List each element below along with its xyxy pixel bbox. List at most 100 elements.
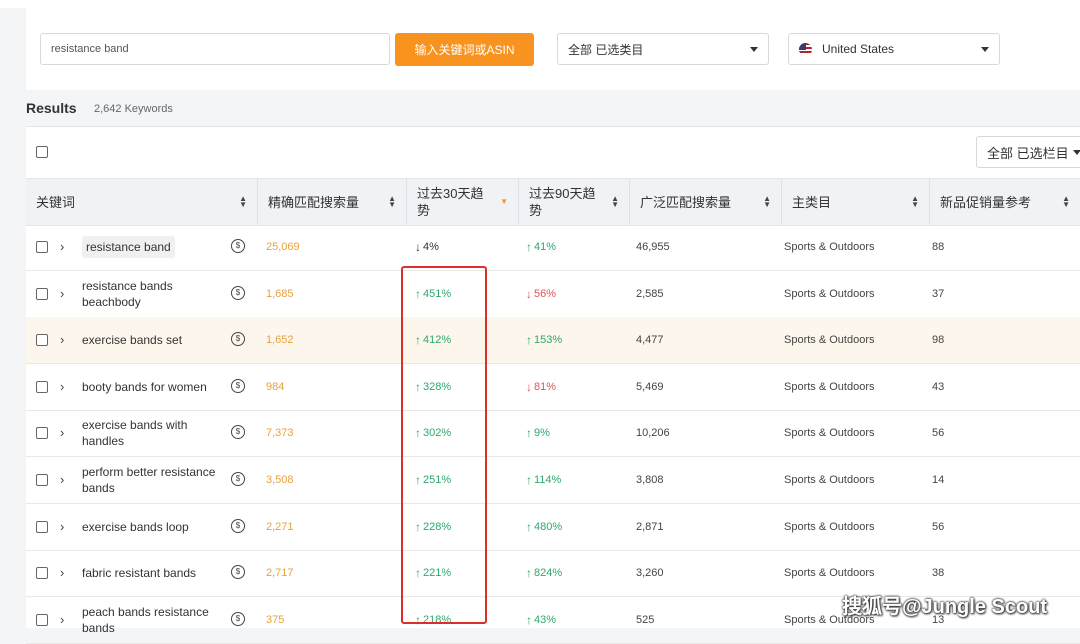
coin-icon[interactable]: $ xyxy=(231,378,245,393)
sort-icon[interactable]: ▲ ▼ xyxy=(611,195,619,209)
category-select[interactable]: 全部 已选类目 xyxy=(557,33,769,65)
row-checkbox[interactable] xyxy=(36,287,48,300)
trend-arrow-icon: ↑ xyxy=(526,333,532,348)
keyword-text: fabric resistant bands xyxy=(82,566,197,581)
search-button[interactable]: 输入关键词或ASIN xyxy=(395,33,534,66)
chevron-right-icon[interactable]: › xyxy=(60,286,64,301)
table-row[interactable]: › exercise bands set $1,652 ↑ 412% ↑ 153% 4,477… xyxy=(26,317,1080,365)
row-checkbox[interactable] xyxy=(36,520,48,533)
trend-arrow-icon: ↑ xyxy=(526,519,532,534)
trend-90d-cell: ↑ 41% xyxy=(526,240,557,254)
row-checkbox[interactable] xyxy=(36,613,48,626)
row-checkbox[interactable] xyxy=(36,567,48,580)
country-select[interactable]: United States xyxy=(788,33,1000,65)
sort-icon[interactable]: ▲ ▼ xyxy=(388,195,396,209)
broad-volume-cell: 4,477 xyxy=(636,334,664,347)
table-row[interactable]: › exercise bands with handles $7,373 ↑ 302% ↑… xyxy=(26,410,1080,458)
sort-icon[interactable]: ▲ ▼ xyxy=(1062,195,1070,209)
table-row[interactable]: › perform better resistance bands $3,508 ↑ 2… xyxy=(26,457,1080,504)
category-select-value: 全部 已选类目 xyxy=(568,42,644,57)
exact-volume-cell: 7,373 xyxy=(266,427,294,440)
column-header-keyword[interactable]: 关键词 ▲ ▼ xyxy=(26,179,258,225)
column-header-trend-30d[interactable]: 过去30天趋势 ▼ xyxy=(407,179,519,225)
category-cell: Sports & Outdoors xyxy=(784,427,875,440)
table-row[interactable]: › resistance band $25,069 ↓ 4% ↑ 41% 46,955 Spor… xyxy=(26,224,1080,271)
promo-cell: 56 xyxy=(932,427,945,440)
category-cell: Sports & Outdoors xyxy=(784,287,875,300)
chevron-right-icon[interactable]: › xyxy=(60,332,64,347)
chevron-right-icon[interactable]: › xyxy=(60,565,64,580)
broad-volume-cell: 10,206 xyxy=(636,427,670,440)
promo-cell: 37 xyxy=(932,287,945,300)
keyword-cell: fabric resistant bands xyxy=(82,550,222,596)
exact-volume-cell: 2,717 xyxy=(266,567,294,580)
exact-volume-cell: 1,685 xyxy=(266,287,294,300)
results-count: 2,642 Keywords xyxy=(94,103,173,115)
broad-volume-cell: 525 xyxy=(636,613,655,626)
sort-icon[interactable]: ▲ ▼ xyxy=(911,195,919,209)
country-select-value: United States xyxy=(822,42,895,56)
promo-cell: 56 xyxy=(932,520,945,533)
row-checkbox[interactable] xyxy=(36,474,48,486)
chevron-right-icon[interactable]: › xyxy=(60,612,64,627)
coin-icon[interactable]: $ xyxy=(231,239,245,253)
broad-volume-cell: 46,955 xyxy=(636,241,670,253)
row-checkbox[interactable] xyxy=(36,427,48,440)
coin-icon[interactable]: $ xyxy=(231,472,245,486)
coin-icon[interactable]: $ xyxy=(231,611,245,626)
chevron-right-icon[interactable]: › xyxy=(60,379,64,394)
coin-icon[interactable]: $ xyxy=(231,332,245,347)
category-cell: Sports & Outdoors xyxy=(784,334,875,347)
column-header-broad-volume[interactable]: 广泛匹配搜索量 ▲ ▼ xyxy=(630,179,782,225)
select-all-checkbox[interactable] xyxy=(36,146,48,158)
promo-cell: 43 xyxy=(932,380,945,393)
trend-90d-cell: ↑ 114% xyxy=(526,473,562,487)
coin-icon[interactable]: $ xyxy=(231,285,245,300)
row-checkbox[interactable] xyxy=(36,334,48,347)
table-row[interactable]: › exercise bands loop $2,271 ↑ 228% ↑ 480% 2,87… xyxy=(26,504,1080,551)
sort-icon[interactable]: ▲ ▼ xyxy=(763,195,771,209)
coin-icon[interactable]: $ xyxy=(231,565,245,580)
trend-arrow-icon: ↑ xyxy=(526,426,532,441)
keyword-text: exercise bands set xyxy=(82,333,183,348)
us-flag-icon xyxy=(799,42,812,56)
keyword-text: peach bands resistance bands xyxy=(82,604,209,635)
column-select[interactable]: 全部 已选栏目 xyxy=(976,136,1080,168)
results-title: Results xyxy=(26,100,77,116)
category-cell: Sports & Outdoors xyxy=(784,520,875,533)
trend-90d-cell: ↓ 81% xyxy=(526,379,557,394)
chevron-right-icon[interactable]: › xyxy=(60,239,64,254)
chevron-right-icon[interactable]: › xyxy=(60,425,64,440)
sort-icon[interactable]: ▲ ▼ xyxy=(239,195,247,209)
row-checkbox[interactable] xyxy=(36,241,48,253)
keyword-text: perform better resistance bands xyxy=(82,465,216,495)
keyword-cell: exercise bands set xyxy=(82,317,222,363)
column-header-category[interactable]: 主类目 ▲ ▼ xyxy=(782,179,930,225)
column-header-trend-90d[interactable]: 过去90天趋势 ▲ ▼ xyxy=(519,179,630,225)
keyword-search-input[interactable] xyxy=(40,33,390,65)
keyword-cell: perform better resistance bands xyxy=(82,457,222,503)
column-header-exact-volume[interactable]: 精确匹配搜索量 ▲ ▼ xyxy=(258,179,407,225)
trend-arrow-icon: ↑ xyxy=(526,612,532,627)
coin-icon[interactable]: $ xyxy=(231,425,245,440)
results-panel: 全部 已选栏目 关键词 ▲ ▼ 精确匹配搜索量 ▲ ▼ 过去30天趋势 ▼ 过去90… xyxy=(26,126,1080,644)
promo-cell: 98 xyxy=(932,334,945,347)
exact-volume-cell: 1,652 xyxy=(266,334,294,347)
chevron-right-icon[interactable]: › xyxy=(60,519,64,534)
keyword-cell: exercise bands with handles xyxy=(82,410,222,456)
broad-volume-cell: 5,469 xyxy=(636,380,664,393)
table-header: 关键词 ▲ ▼ 精确匹配搜索量 ▲ ▼ 过去30天趋势 ▼ 过去90天趋势 ▲ ▼ 广… xyxy=(26,178,1080,226)
table-row[interactable]: › resistance bands beachbody $1,685 ↑ 451% ↓ 5… xyxy=(26,271,1080,318)
keyword-cell: resistance bands beachbody xyxy=(82,271,222,317)
category-cell: Sports & Outdoors xyxy=(784,474,875,486)
chevron-down-icon xyxy=(981,47,989,52)
column-header-promo[interactable]: 新品促销量参考 ▲ ▼ xyxy=(930,179,1080,225)
coin-icon[interactable]: $ xyxy=(231,518,245,533)
exact-volume-cell: 3,508 xyxy=(266,474,294,486)
category-cell: Sports & Outdoors xyxy=(784,380,875,393)
sort-desc-icon[interactable]: ▼ xyxy=(500,198,508,206)
exact-volume-cell: 2,271 xyxy=(266,520,294,533)
row-checkbox[interactable] xyxy=(36,380,48,393)
chevron-right-icon[interactable]: › xyxy=(60,472,64,487)
table-row[interactable]: › booty bands for women $984 ↑ 328% ↓ 81% 5,469… xyxy=(26,364,1080,411)
